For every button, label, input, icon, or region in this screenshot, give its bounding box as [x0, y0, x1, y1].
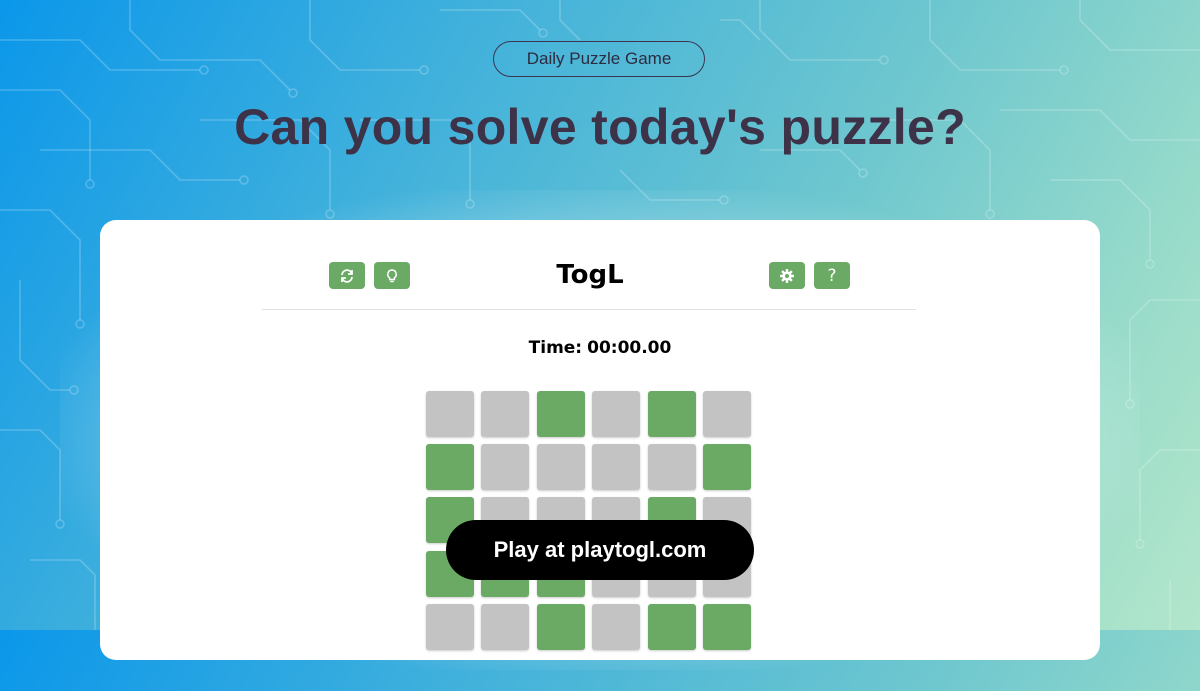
timer: Time: 00:00.00 [100, 338, 1100, 358]
page-headline: Can you solve today's puzzle? [234, 99, 966, 155]
question-icon: ? [827, 265, 837, 286]
gear-icon [780, 268, 794, 283]
play-cta-button[interactable]: Play at playtogl.com [446, 520, 754, 580]
board-tile[interactable] [536, 603, 585, 650]
settings-button[interactable] [769, 262, 805, 289]
game-card: TogL ? Time: 00:00.00 [100, 220, 1100, 660]
board-tile[interactable] [536, 444, 585, 491]
board-tile[interactable] [426, 391, 474, 437]
board-tile[interactable] [703, 391, 751, 437]
board-tile[interactable] [703, 603, 751, 650]
help-button[interactable]: ? [814, 262, 850, 289]
lightbulb-icon [387, 268, 397, 282]
timer-value: 00:00.00 [587, 338, 672, 358]
board-tile[interactable] [481, 444, 530, 491]
board-tile[interactable] [426, 444, 474, 491]
board-tile[interactable] [592, 444, 641, 491]
game-title: TogL [556, 260, 624, 290]
restart-button[interactable] [329, 262, 365, 289]
timer-label: Time: [528, 338, 583, 358]
board-tile[interactable] [592, 391, 641, 437]
board-tile[interactable] [592, 603, 641, 650]
board-tile[interactable] [647, 391, 696, 437]
refresh-icon [341, 268, 353, 283]
board-tile[interactable] [426, 603, 474, 650]
daily-puzzle-tag: Daily Puzzle Game [493, 41, 705, 77]
board-tile[interactable] [647, 603, 696, 650]
board-tile[interactable] [703, 444, 751, 491]
header-divider [262, 309, 916, 310]
board-tile[interactable] [647, 444, 696, 491]
board-tile[interactable] [536, 391, 585, 437]
hint-button[interactable] [374, 262, 410, 289]
board-tile[interactable] [481, 391, 530, 437]
board-tile[interactable] [481, 603, 530, 650]
